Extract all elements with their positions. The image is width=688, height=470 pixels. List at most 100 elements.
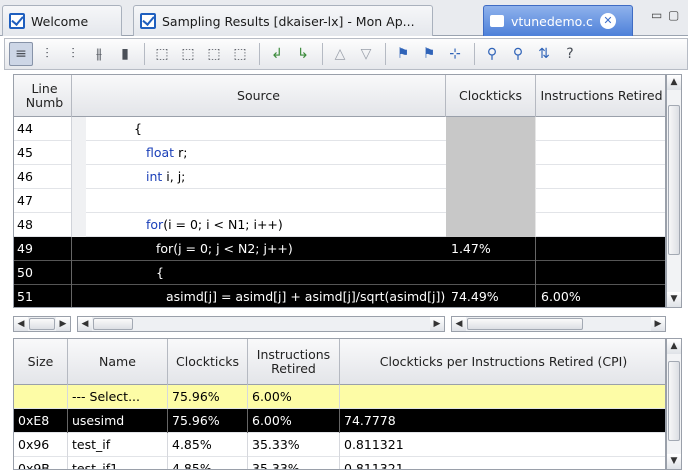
- size-cell: 0xE8: [14, 409, 68, 433]
- help-icon[interactable]: ?: [558, 42, 582, 66]
- column-header-line[interactable]: Line Numb: [14, 75, 72, 117]
- tuning-assist-icon[interactable]: ↳: [291, 42, 315, 66]
- column-header-size[interactable]: Size: [14, 339, 68, 385]
- scroll-up-arrow-icon[interactable]: ▲: [667, 339, 681, 354]
- table-row[interactable]: 48 for(i = 0; i < N1; i++): [14, 213, 665, 237]
- column-header-instructions[interactable]: Instructions Retired: [248, 339, 340, 385]
- scroll-up-icon[interactable]: △: [328, 42, 352, 66]
- scroll-left-arrow-icon[interactable]: ◀: [452, 317, 466, 331]
- checkbox-icon: [9, 13, 25, 29]
- scroll-right-arrow-icon[interactable]: ▶: [56, 317, 70, 331]
- column-header-clockticks[interactable]: Clockticks: [446, 75, 536, 117]
- scrollbar-thumb[interactable]: [668, 105, 680, 255]
- source-vertical-scrollbar[interactable]: ▲ ▼: [666, 74, 682, 308]
- column-header-instructions[interactable]: Instructions Retired: [536, 75, 665, 117]
- tab-welcome[interactable]: Welcome: [2, 5, 122, 36]
- source-code: [86, 189, 446, 213]
- column-header-source[interactable]: Source: [72, 75, 446, 117]
- scroll-right-arrow-icon[interactable]: ▶: [430, 317, 444, 331]
- cpi-cell: 0.811321: [344, 437, 404, 452]
- hotspot-select-icon[interactable]: ⬚: [150, 42, 174, 66]
- clockticks-cell: 75.96%: [168, 409, 248, 433]
- line-number: 44: [14, 117, 72, 141]
- filter-settings-icon[interactable]: ⚑: [417, 42, 441, 66]
- source-code: asimd[j] = asimd[j] + asimd[j]/sqrt(asim…: [166, 289, 446, 304]
- sort-icon[interactable]: ⇅: [532, 42, 556, 66]
- clockticks-value: [446, 117, 536, 141]
- source-code: float r;: [86, 141, 446, 165]
- instructions-value: [536, 141, 665, 165]
- line-number: 51: [14, 285, 72, 307]
- code-keyword: float: [146, 145, 175, 160]
- clockticks-value: [446, 213, 536, 237]
- close-icon[interactable]: ✕: [599, 13, 616, 29]
- name-cell: test_if1: [68, 457, 168, 469]
- table-row[interactable]: 44 {: [14, 117, 665, 141]
- hotspot-next-icon[interactable]: ⬚: [176, 42, 200, 66]
- source-column-hscroll[interactable]: ◀ ▶: [77, 316, 445, 332]
- instructions-cell: 35.33%: [248, 457, 340, 469]
- link-icon[interactable]: ⚲: [506, 42, 530, 66]
- line-number: 46: [14, 165, 72, 189]
- metrics-column-hscroll[interactable]: ◀ ▶: [451, 316, 666, 332]
- hotspot-last-icon[interactable]: ⬚: [228, 42, 252, 66]
- source-code: {: [134, 121, 142, 136]
- function-grid-header: Size Name Clockticks Instructions Retire…: [14, 339, 665, 385]
- table-row-selected[interactable]: 51 asimd[j] = asimd[j] + asimd[j]/sqrt(a…: [14, 285, 665, 307]
- function-vertical-scrollbar[interactable]: ▲ ▼: [666, 338, 682, 470]
- tab-sampling-results[interactable]: Sampling Results [dkaiser-lx] - Mon Ap..…: [133, 5, 433, 36]
- scroll-down-icon[interactable]: ▽: [354, 42, 378, 66]
- table-row[interactable]: 0x96 test_if 4.85% 35.33% 0.811321: [14, 433, 665, 457]
- scrollbar-thumb[interactable]: [668, 361, 680, 441]
- column-header-cpi[interactable]: Clockticks per Instructions Retired (CPI…: [340, 339, 665, 385]
- scroll-down-arrow-icon[interactable]: ▼: [667, 292, 681, 307]
- tuning-advice-icon[interactable]: ↲: [265, 42, 289, 66]
- table-row[interactable]: 45 float r;: [14, 141, 665, 165]
- scroll-left-arrow-icon[interactable]: ◀: [14, 317, 28, 331]
- table-row-selected[interactable]: 50 {: [14, 261, 665, 285]
- column-header-clockticks[interactable]: Clockticks: [168, 339, 248, 385]
- scrollbar-thumb[interactable]: [467, 318, 583, 330]
- view-assembly-icon[interactable]: ⫶: [35, 42, 59, 66]
- toolbar: ≡ ⫶ ⫶ ⫵ ▮ ⬚ ⬚ ⬚ ⬚ ↲ ↳ △ ▽ ⚑ ⚑ ⊹ ⚲ ⚲ ⇅ ?: [4, 38, 688, 70]
- scrollbar-thumb[interactable]: [29, 318, 55, 330]
- scroll-down-arrow-icon[interactable]: ▼: [667, 454, 681, 469]
- table-row-select[interactable]: --- Select... 75.96% 6.00%: [14, 385, 665, 409]
- toolbar-separator: [385, 43, 386, 65]
- size-cell: 0x9B: [14, 457, 68, 469]
- name-cell[interactable]: --- Select...: [68, 385, 168, 409]
- minimize-button[interactable]: ▭: [651, 8, 662, 22]
- view-list-icon[interactable]: ▮: [113, 42, 137, 66]
- gutter: [72, 189, 86, 213]
- event-add-icon[interactable]: ⊹: [443, 42, 467, 66]
- maximize-button[interactable]: ▢: [668, 8, 679, 22]
- table-row[interactable]: 46 int i, j;: [14, 165, 665, 189]
- tab-vtunedemo[interactable]: vtunedemo.c ✕: [483, 5, 633, 36]
- column-header-name[interactable]: Name: [68, 339, 168, 385]
- gutter: [72, 237, 86, 261]
- checkbox-icon: [140, 13, 156, 29]
- scroll-up-arrow-icon[interactable]: ▲: [667, 75, 681, 90]
- scrollbar-thumb[interactable]: [93, 318, 133, 330]
- table-row[interactable]: 47: [14, 189, 665, 213]
- line-number: 50: [14, 261, 72, 285]
- code-text: (j = 0; j < N2; j++): [173, 241, 293, 256]
- line-column-hscroll[interactable]: ◀ ▶: [13, 316, 71, 332]
- clockticks-cell: 4.85%: [168, 433, 248, 457]
- source-code: {: [156, 265, 164, 280]
- line-number: 47: [14, 189, 72, 213]
- view-split-icon[interactable]: ⫵: [87, 42, 111, 66]
- hotspot-prev-icon[interactable]: ⬚: [202, 42, 226, 66]
- table-row-selected[interactable]: 49 for(j = 0; j < N2; j++) 1.47%: [14, 237, 665, 261]
- scroll-right-arrow-icon[interactable]: ▶: [651, 317, 665, 331]
- view-mixed-icon[interactable]: ⫶: [61, 42, 85, 66]
- pin-icon[interactable]: ⚲: [480, 42, 504, 66]
- filter-icon[interactable]: ⚑: [391, 42, 415, 66]
- gutter: [72, 261, 86, 285]
- scroll-left-arrow-icon[interactable]: ◀: [78, 317, 92, 331]
- toolbar-separator: [322, 43, 323, 65]
- view-source-icon[interactable]: ≡: [9, 42, 33, 66]
- instructions-cell: 6.00%: [248, 409, 340, 433]
- table-row-selected[interactable]: 0xE8 usesimd 75.96% 6.00% 74.7778: [14, 409, 665, 433]
- table-row[interactable]: 0x9B test_if1 4.85% 35.33% 0.811321: [14, 457, 665, 469]
